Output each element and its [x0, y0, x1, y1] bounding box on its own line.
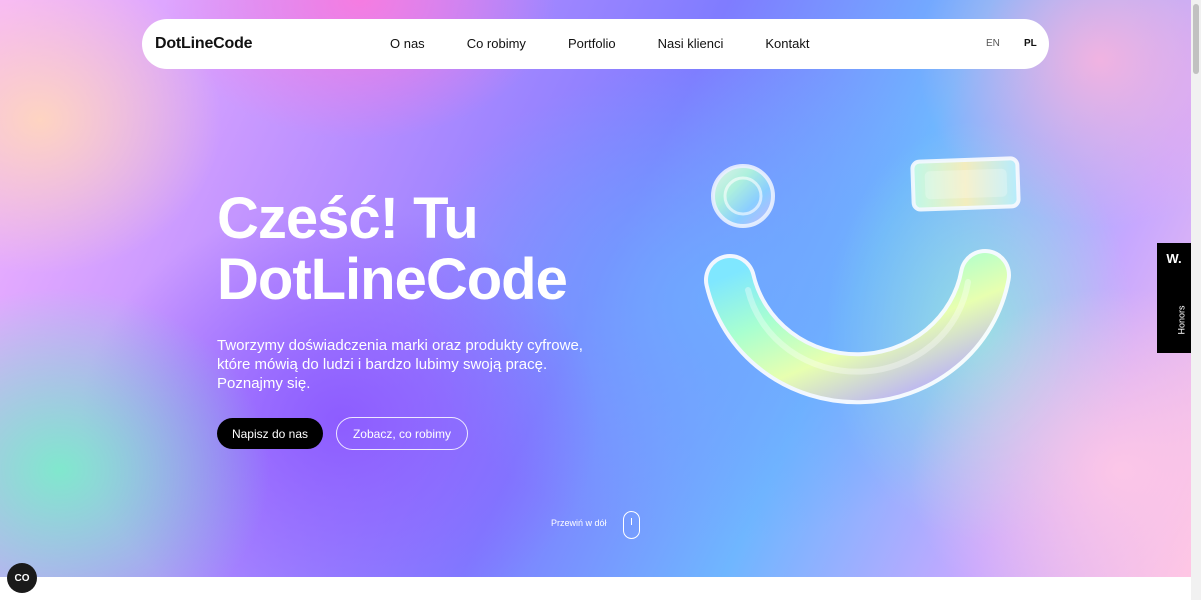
headline-line-1: Cześć! Tu	[217, 186, 479, 251]
cookie-settings-button[interactable]: CO	[7, 563, 37, 593]
logo[interactable]: DotLineCode	[155, 35, 253, 53]
scroll-hint-label: Przewiń w dół	[551, 518, 607, 528]
smiley-dot-eye	[711, 164, 775, 228]
language-pl[interactable]: PL	[1024, 38, 1037, 49]
honors-logo: W.	[1166, 251, 1182, 266]
scrollbar-thumb[interactable]	[1193, 4, 1199, 74]
headline-line-2: DotLineCode	[217, 247, 568, 312]
hero-headline: Cześć! Tu DotLineCode	[217, 186, 568, 312]
scroll-mouse-icon[interactable]	[623, 511, 640, 539]
page: DotLineCode O nas Co robimy Portfolio Na…	[0, 0, 1201, 600]
page-scrollbar[interactable]	[1191, 0, 1201, 600]
nav-link-o-nas[interactable]: O nas	[390, 36, 425, 51]
top-navbar: DotLineCode O nas Co robimy Portfolio Na…	[142, 19, 1049, 69]
contact-button[interactable]: Napisz do nas	[217, 418, 323, 449]
honors-badge[interactable]: W. Honors	[1157, 243, 1191, 353]
nav-link-portfolio[interactable]: Portfolio	[568, 36, 616, 51]
see-work-button[interactable]: Zobacz, co robimy	[336, 417, 468, 450]
glass-smiley-illustration	[704, 156, 1021, 405]
smiley-mouth	[704, 249, 1011, 405]
hero-subtitle: Tworzymy doświadczenia marki oraz produk…	[217, 337, 583, 392]
hero-section: DotLineCode O nas Co robimy Portfolio Na…	[0, 0, 1191, 577]
honors-label: Honors	[1176, 305, 1187, 335]
nav-links: O nas Co robimy Portfolio Nasi klienci K…	[390, 36, 851, 51]
nav-link-kontakt[interactable]: Kontakt	[765, 36, 809, 51]
smiley-line-eye	[910, 156, 1021, 212]
language-en[interactable]: EN	[986, 38, 1000, 49]
nav-link-co-robimy[interactable]: Co robimy	[467, 36, 526, 51]
nav-link-nasi-klienci[interactable]: Nasi klienci	[658, 36, 724, 51]
